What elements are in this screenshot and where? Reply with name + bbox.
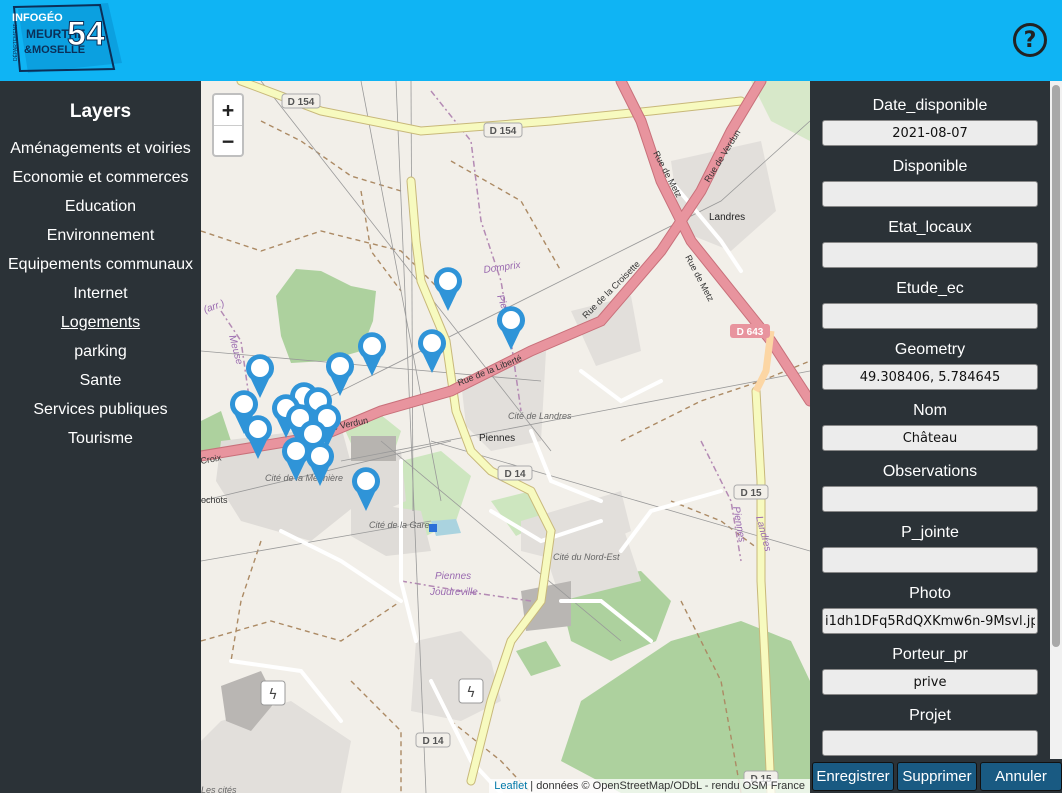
date-disponible-input[interactable] bbox=[822, 120, 1038, 146]
map-label-cite-gare: Cité de la Gare bbox=[369, 520, 430, 530]
map-marker-icon[interactable] bbox=[243, 414, 273, 460]
form-fields: Date_disponible Disponible Etat_locaux E… bbox=[810, 81, 1062, 759]
layer-item-services-publiques[interactable]: Services publiques bbox=[0, 399, 201, 428]
layer-item-environnement[interactable]: Environnement bbox=[0, 225, 201, 254]
map-label-d643: D 643 bbox=[737, 327, 764, 338]
field-projet: Projet bbox=[822, 705, 1038, 756]
zoom-in-button[interactable]: + bbox=[214, 95, 242, 125]
layer-item-economie[interactable]: Economie et commerces bbox=[0, 167, 201, 196]
map-label-cites: Les cités bbox=[201, 785, 237, 793]
etat-locaux-input[interactable] bbox=[822, 242, 1038, 268]
map-marker-icon[interactable] bbox=[305, 441, 335, 487]
map-attribution: Leaflet | données © OpenStreetMap/ODbL -… bbox=[489, 779, 810, 793]
layer-item-tourisme[interactable]: Tourisme bbox=[0, 428, 201, 457]
question-circle-icon: ? bbox=[1023, 27, 1037, 53]
logo-text-infogeo: INFOGÉO bbox=[12, 11, 63, 24]
cancel-button[interactable]: Annuler bbox=[980, 762, 1062, 791]
map-label-landres-border: Landres bbox=[753, 515, 773, 553]
layer-item-equipements[interactable]: Equipements communaux bbox=[0, 254, 201, 283]
field-label: Etat_locaux bbox=[888, 219, 972, 236]
field-label: Disponible bbox=[892, 158, 968, 175]
map-view[interactable]: ϟ ϟ D 154 D 154 D 643 D 14 D 15 D 14 D 1… bbox=[201, 81, 810, 793]
logo-text-departement: DÉPARTEMENT bbox=[12, 24, 19, 61]
map-label-d154-b: D 154 bbox=[490, 126, 517, 137]
etude-ec-input[interactable] bbox=[822, 303, 1038, 329]
logo-text-54: 54 bbox=[67, 15, 105, 53]
layer-item-logements[interactable]: Logements bbox=[0, 312, 201, 341]
svg-text:ϟ: ϟ bbox=[268, 687, 277, 703]
map-label-cite-nord-est: Cité du Nord-Est bbox=[553, 552, 620, 562]
map-label-landres: Landres bbox=[709, 212, 745, 223]
field-observations: Observations bbox=[822, 461, 1038, 512]
field-porteur-pr: Porteur_pr bbox=[822, 644, 1038, 695]
disponible-input[interactable] bbox=[822, 181, 1038, 207]
field-label: Nom bbox=[913, 402, 947, 419]
layers-title: Layers bbox=[69, 101, 132, 122]
map-label-domprix: Domprix bbox=[483, 260, 522, 276]
infogeo-logo: INFOGÉO MEURTHE &MOSELLE 54 DÉPARTEMENT bbox=[12, 3, 122, 73]
map-label-piennes-joudreville-1: Piennes bbox=[435, 571, 471, 582]
projet-input[interactable] bbox=[822, 730, 1038, 756]
layers-sidebar: Layers Aménagements et voiries Economie … bbox=[0, 81, 201, 793]
map-label-ochots: ochots bbox=[201, 495, 228, 505]
map-marker-icon[interactable] bbox=[351, 466, 381, 512]
field-label: P_jointe bbox=[901, 524, 959, 541]
svg-text:ϟ: ϟ bbox=[466, 685, 475, 701]
photo-input[interactable] bbox=[822, 608, 1038, 634]
field-photo: Photo bbox=[822, 583, 1038, 634]
map-marker-icon[interactable] bbox=[433, 266, 463, 312]
field-label: Porteur_pr bbox=[892, 646, 968, 663]
layer-item-sante[interactable]: Sante bbox=[0, 370, 201, 399]
field-label: Date_disponible bbox=[872, 97, 988, 114]
zoom-control: + − bbox=[212, 93, 244, 157]
map-marker-icon[interactable] bbox=[357, 331, 387, 377]
layer-list: Aménagements et voiries Economie et comm… bbox=[0, 138, 201, 457]
attribution-text: | données © OpenStreetMap/ODbL - rendu O… bbox=[527, 780, 805, 792]
field-label: Photo bbox=[909, 585, 951, 602]
layer-item-amenagements[interactable]: Aménagements et voiries bbox=[0, 138, 201, 167]
help-button[interactable]: ? bbox=[1013, 23, 1047, 57]
top-bar: INFOGÉO MEURTHE &MOSELLE 54 DÉPARTEMENT … bbox=[0, 0, 1062, 81]
field-label: Etude_ec bbox=[896, 280, 964, 297]
delete-button[interactable]: Supprimer bbox=[897, 762, 977, 791]
observations-input[interactable] bbox=[822, 486, 1038, 512]
map-label-piennes-joudreville-2: Joudreville bbox=[429, 587, 478, 598]
map-label-d14-a: D 14 bbox=[504, 469, 526, 480]
map-marker-icon[interactable] bbox=[417, 328, 447, 374]
layer-item-education[interactable]: Education bbox=[0, 196, 201, 225]
feature-form: Date_disponible Disponible Etat_locaux E… bbox=[810, 81, 1062, 793]
map-label-d15-a: D 15 bbox=[740, 488, 762, 499]
field-nom: Nom bbox=[822, 400, 1038, 451]
field-geometry: Geometry bbox=[822, 339, 1038, 390]
map-label-cite-landres: Cité de Landres bbox=[508, 411, 572, 421]
geometry-input[interactable] bbox=[822, 364, 1038, 390]
field-label: Geometry bbox=[894, 341, 966, 358]
save-button[interactable]: Enregistrer bbox=[812, 762, 894, 791]
field-p-jointe: P_jointe bbox=[822, 522, 1038, 573]
form-scrollbar-thumb[interactable] bbox=[1052, 85, 1060, 647]
form-actions: Enregistrer Supprimer Annuler bbox=[810, 762, 1062, 793]
field-label: Observations bbox=[882, 463, 978, 480]
zoom-out-button[interactable]: − bbox=[214, 125, 242, 155]
field-etat-locaux: Etat_locaux bbox=[822, 217, 1038, 268]
map-marker-icon[interactable] bbox=[496, 305, 526, 351]
map-label-d154-a: D 154 bbox=[288, 97, 315, 108]
map-label-meuse: Meuse bbox=[226, 334, 245, 366]
field-label: Projet bbox=[909, 707, 951, 724]
p-jointe-input[interactable] bbox=[822, 547, 1038, 573]
layer-item-parking[interactable]: parking bbox=[0, 341, 201, 370]
field-date-disponible: Date_disponible bbox=[822, 95, 1038, 146]
field-etude-ec: Etude_ec bbox=[822, 278, 1038, 329]
field-disponible: Disponible bbox=[822, 156, 1038, 207]
leaflet-link[interactable]: Leaflet bbox=[494, 780, 527, 792]
map-label-piennes-border-2: Piennes bbox=[730, 506, 747, 544]
map-label-piennes: Piennes bbox=[479, 433, 515, 444]
nom-input[interactable] bbox=[822, 425, 1038, 451]
map-label-d14-b: D 14 bbox=[422, 736, 444, 747]
layer-item-internet[interactable]: Internet bbox=[0, 283, 201, 312]
porteur-pr-input[interactable] bbox=[822, 669, 1038, 695]
